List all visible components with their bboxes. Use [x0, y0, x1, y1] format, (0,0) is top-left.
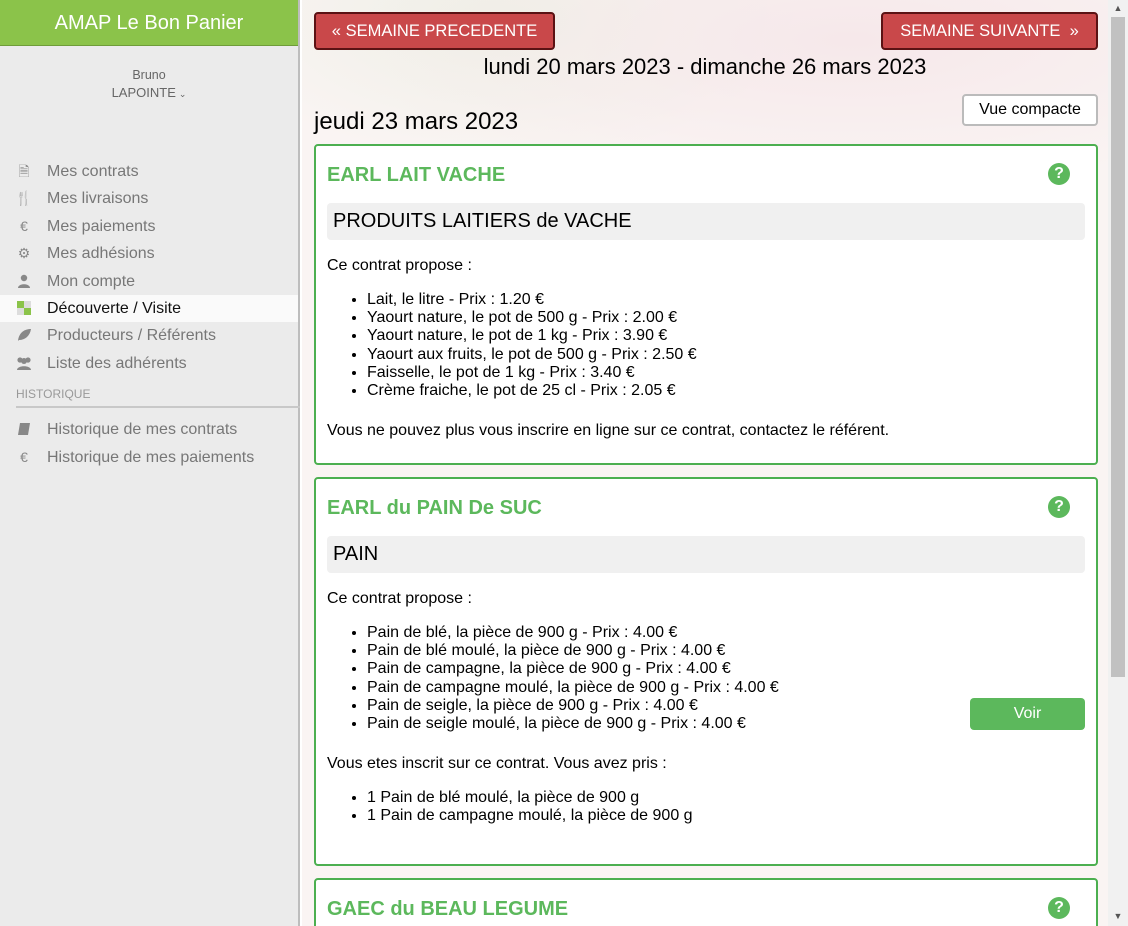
sidebar-item-label: Producteurs / Référents [47, 327, 216, 345]
sidebar-item-historique-contrats[interactable]: Historique de mes contrats [0, 416, 298, 443]
list-item: Pain de seigle, la pièce de 900 g - Prix… [367, 697, 779, 715]
week-range: lundi 20 mars 2023 - dimanche 26 mars 20… [483, 54, 927, 79]
euro-icon: € [20, 217, 28, 234]
sidebar-item-label: Mon compte [47, 272, 136, 290]
sidebar-item-label: Mes adhésions [47, 245, 155, 263]
cutlery-icon: 🍴 [15, 190, 33, 207]
next-week-label: SEMAINE SUIVANTE [900, 22, 1061, 40]
user-icon [15, 268, 33, 295]
sidebar-item-mes-adhesions[interactable]: ⚙ Mes adhésions [0, 240, 298, 267]
list-item: Pain de seigle moulé, la pièce de 900 g … [367, 715, 779, 733]
product-list: Lait, le litre - Prix : 1.20 € Yaourt na… [367, 291, 697, 400]
contract-intro: Ce contrat propose : [327, 257, 472, 274]
double-chevron-left-icon: « [331, 22, 341, 40]
compact-view-button[interactable]: Vue compacte [962, 94, 1098, 126]
list-item: 1 Pain de campagne moulé, la pièce de 90… [367, 807, 693, 825]
contract-intro: Ce contrat propose : [327, 590, 472, 607]
list-item: Pain de blé, la pièce de 900 g - Prix : … [367, 624, 779, 642]
history-heading: HISTORIQUE [16, 387, 300, 409]
history-menu: Historique de mes contrats € Historique … [0, 416, 298, 471]
producer-name: GAEC du BEAU LEGUME [327, 898, 569, 920]
sidebar-item-label: Mes livraisons [47, 190, 149, 208]
product-list: Pain de blé, la pièce de 900 g - Prix : … [367, 624, 779, 733]
sidebar-item-producteurs-referents[interactable]: Producteurs / Référents [0, 322, 298, 349]
euro-icon: € [20, 448, 28, 465]
product-title: PRODUITS LAITIERS de VACHE [327, 203, 1085, 240]
user-first-name: Bruno [132, 68, 166, 82]
next-week-button[interactable]: SEMAINE SUIVANTE » [881, 12, 1098, 50]
list-item: Yaourt nature, le pot de 500 g - Prix : … [367, 309, 697, 327]
users-icon [15, 350, 33, 377]
previous-week-button[interactable]: « SEMAINE PRECEDENTE [314, 12, 555, 50]
sidebar: AMAP Le Bon Panier Bruno LAPOINTE ⌄ 🗎 Mes… [0, 0, 300, 926]
previous-week-label: SEMAINE PRECEDENTE [345, 22, 538, 40]
sidebar-item-label: Historique de mes contrats [47, 421, 238, 439]
user-last-name[interactable]: LAPOINTE [112, 85, 176, 100]
sidebar-item-mon-compte[interactable]: Mon compte [0, 268, 298, 295]
sidebar-item-label: Découverte / Visite [47, 299, 181, 317]
list-item: Pain de campagne, la pièce de 900 g - Pr… [367, 660, 779, 678]
day-title: jeudi 23 mars 2023 [314, 108, 519, 135]
scrollbar[interactable]: ▲ ▼ [1108, 0, 1128, 926]
producer-name: EARL du PAIN De SUC [327, 497, 542, 519]
help-icon[interactable]: ? [1048, 496, 1070, 518]
book-icon [15, 416, 33, 443]
main-content: « SEMAINE PRECEDENTE SEMAINE SUIVANTE » … [302, 0, 1108, 926]
sidebar-item-label: Historique de mes paiements [47, 448, 255, 466]
sidebar-item-label: Mes paiements [47, 217, 156, 235]
sidebar-item-decouverte-visite[interactable]: Découverte / Visite [0, 294, 298, 323]
gear-icon: ⚙ [17, 245, 31, 262]
producer-name: EARL LAIT VACHE [327, 164, 506, 186]
leaf-icon [15, 322, 33, 349]
chevron-down-icon[interactable]: ⌄ [179, 89, 187, 99]
list-item: Lait, le litre - Prix : 1.20 € [367, 291, 697, 309]
contract-card: EARL LAIT VACHE ? PRODUITS LAITIERS de V… [314, 144, 1098, 465]
sidebar-item-liste-adherents[interactable]: Liste des adhérents [0, 350, 298, 377]
list-item: Faisselle, le pot de 1 kg - Prix : 3.40 … [367, 364, 697, 382]
nav-menu: 🗎 Mes contrats 🍴 Mes livraisons € Mes pa… [0, 158, 298, 377]
list-item: Yaourt nature, le pot de 1 kg - Prix : 3… [367, 327, 697, 345]
contract-card: EARL du PAIN De SUC ? PAIN Ce contrat pr… [314, 477, 1098, 866]
double-chevron-right-icon: » [1064, 22, 1079, 40]
list-item: Pain de blé moulé, la pièce de 900 g - P… [367, 642, 779, 660]
list-item: Crème fraiche, le pot de 25 cl - Prix : … [367, 382, 697, 400]
app-brand[interactable]: AMAP Le Bon Panier [0, 0, 298, 46]
view-contract-button[interactable]: Voir [970, 698, 1085, 730]
contract-note: Vous ne pouvez plus vous inscrire en lig… [327, 422, 890, 439]
sidebar-item-mes-livraisons[interactable]: 🍴 Mes livraisons [0, 185, 298, 212]
subscribed-list: 1 Pain de blé moulé, la pièce de 900 g 1… [367, 789, 693, 825]
sidebar-item-historique-paiements[interactable]: € Historique de mes paiements [0, 444, 298, 471]
contract-card: GAEC du BEAU LEGUME ? [314, 878, 1098, 926]
sidebar-item-mes-contrats[interactable]: 🗎 Mes contrats [0, 158, 298, 185]
list-item: 1 Pain de blé moulé, la pièce de 900 g [367, 789, 693, 807]
list-item: Pain de campagne moulé, la pièce de 900 … [367, 679, 779, 697]
sidebar-item-label: Liste des adhérents [47, 354, 187, 372]
scroll-up-arrow-icon[interactable]: ▲ [1108, 3, 1128, 13]
sidebar-item-label: Mes contrats [47, 163, 139, 180]
scrollbar-thumb[interactable] [1111, 17, 1125, 677]
contract-note: Vous etes inscrit sur ce contrat. Vous a… [327, 755, 667, 772]
list-item: Yaourt aux fruits, le pot de 500 g - Pri… [367, 346, 697, 364]
product-title: PAIN [327, 536, 1085, 573]
checker-icon [15, 295, 33, 322]
scroll-down-arrow-icon[interactable]: ▼ [1108, 911, 1128, 921]
help-icon[interactable]: ? [1048, 163, 1070, 185]
document-icon: 🗎 [18, 163, 30, 179]
help-icon[interactable]: ? [1048, 897, 1070, 919]
sidebar-item-mes-paiements[interactable]: € Mes paiements [0, 213, 298, 240]
user-menu[interactable]: Bruno LAPOINTE ⌄ [0, 46, 298, 158]
